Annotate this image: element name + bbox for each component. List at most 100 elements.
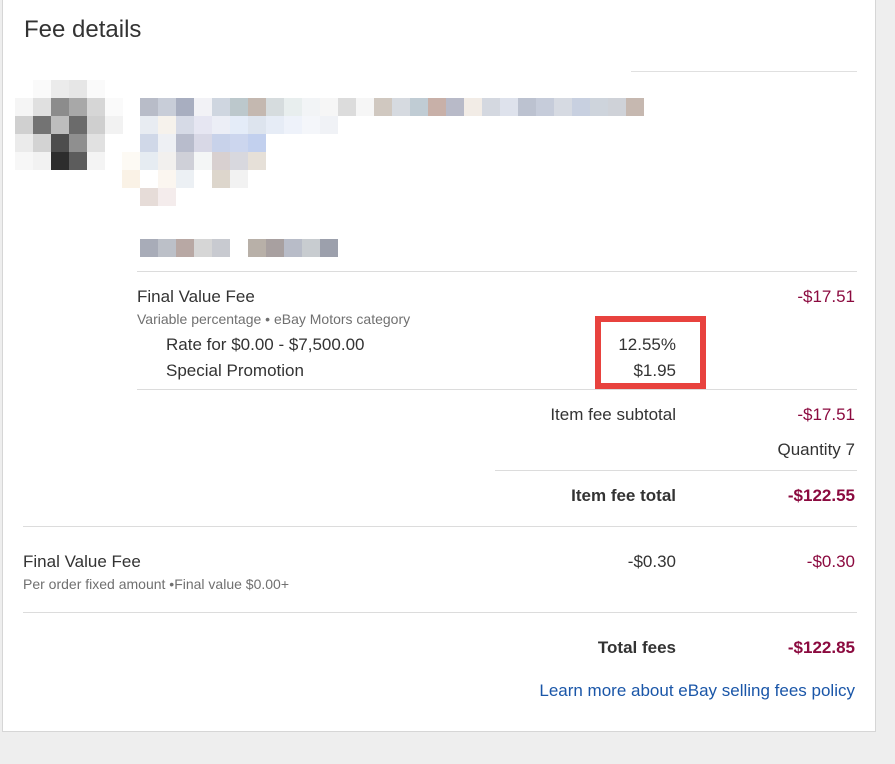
item-title-blurred bbox=[122, 152, 284, 170]
blurred-pixel bbox=[536, 98, 554, 116]
blurred-pixel bbox=[140, 170, 158, 188]
divider bbox=[495, 470, 857, 471]
blurred-pixel bbox=[590, 98, 608, 116]
blurred-pixel bbox=[105, 80, 123, 98]
blurred-pixel bbox=[194, 98, 212, 116]
blurred-pixel bbox=[302, 116, 320, 134]
blurred-pixel bbox=[194, 170, 212, 188]
item-fee-description: Variable percentage • eBay Motors catego… bbox=[137, 311, 411, 327]
blurred-pixel bbox=[158, 116, 176, 134]
blurred-pixel bbox=[15, 98, 33, 116]
blurred-pixel bbox=[230, 170, 248, 188]
item-fee-total-label: Item fee total bbox=[571, 486, 676, 505]
item-title-blurred bbox=[140, 98, 644, 116]
blurred-pixel bbox=[410, 98, 428, 116]
blurred-pixel bbox=[176, 152, 194, 170]
blurred-pixel bbox=[248, 239, 266, 257]
blurred-pixel bbox=[212, 152, 230, 170]
fees-policy-link[interactable]: Learn more about eBay selling fees polic… bbox=[539, 681, 855, 701]
blurred-pixel bbox=[266, 98, 284, 116]
blurred-pixel bbox=[87, 116, 105, 134]
blurred-pixel bbox=[176, 98, 194, 116]
blurred-pixel bbox=[15, 116, 33, 134]
blurred-pixel bbox=[69, 134, 87, 152]
blurred-pixel bbox=[51, 116, 69, 134]
blurred-pixel bbox=[51, 80, 69, 98]
blurred-pixel bbox=[248, 134, 266, 152]
blurred-pixel bbox=[140, 116, 158, 134]
blurred-pixel bbox=[69, 98, 87, 116]
blurred-pixel bbox=[69, 116, 87, 134]
blurred-pixel bbox=[122, 170, 140, 188]
rate-row-label: Rate for $0.00 - $7,500.00 bbox=[166, 335, 365, 354]
blurred-pixel bbox=[248, 152, 266, 170]
blurred-pixel bbox=[266, 239, 284, 257]
blurred-pixel bbox=[51, 152, 69, 170]
blurred-pixel bbox=[266, 116, 284, 134]
order-fee-description: Per order fixed amount •Final value $0.0… bbox=[23, 576, 289, 592]
blurred-pixel bbox=[105, 134, 123, 152]
blurred-pixel bbox=[392, 98, 410, 116]
divider bbox=[137, 271, 857, 272]
blurred-pixel bbox=[248, 170, 266, 188]
item-fee-subtotal-value: -$17.51 bbox=[797, 405, 855, 424]
blurred-pixel bbox=[176, 134, 194, 152]
blurred-pixel bbox=[69, 152, 87, 170]
blurred-pixel bbox=[51, 134, 69, 152]
blurred-pixel bbox=[33, 80, 51, 98]
blurred-pixel bbox=[194, 152, 212, 170]
item-title-blurred bbox=[122, 188, 176, 206]
blurred-pixel bbox=[33, 116, 51, 134]
total-fees-value: -$122.85 bbox=[787, 638, 855, 657]
item-title-blurred bbox=[122, 170, 266, 188]
blurred-pixel bbox=[230, 152, 248, 170]
blurred-pixel bbox=[15, 80, 33, 98]
blurred-pixel bbox=[338, 239, 356, 257]
blurred-pixel bbox=[518, 98, 536, 116]
blurred-pixel bbox=[15, 134, 33, 152]
blurred-pixel bbox=[140, 239, 158, 257]
highlight-box bbox=[595, 316, 706, 389]
blurred-pixel bbox=[212, 170, 230, 188]
blurred-pixel bbox=[176, 239, 194, 257]
blurred-pixel bbox=[33, 152, 51, 170]
order-fee-amount: -$0.30 bbox=[806, 552, 855, 571]
blurred-pixel bbox=[140, 134, 158, 152]
order-fee-name: Final Value Fee bbox=[23, 552, 141, 571]
divider bbox=[137, 389, 857, 390]
blurred-pixel bbox=[105, 152, 123, 170]
blurred-pixel bbox=[230, 134, 248, 152]
item-title-blurred bbox=[140, 134, 266, 152]
blurred-pixel bbox=[626, 98, 644, 116]
blurred-pixel bbox=[87, 134, 105, 152]
blurred-pixel bbox=[33, 98, 51, 116]
blurred-pixel bbox=[158, 188, 176, 206]
page-title: Fee details bbox=[24, 16, 142, 43]
item-fee-subtotal-label: Item fee subtotal bbox=[550, 405, 676, 424]
divider bbox=[23, 526, 857, 527]
blurred-pixel bbox=[122, 188, 140, 206]
blurred-pixel bbox=[284, 98, 302, 116]
blurred-pixel bbox=[338, 98, 356, 116]
blurred-pixel bbox=[212, 116, 230, 134]
blurred-pixel bbox=[230, 239, 248, 257]
blurred-pixel bbox=[572, 98, 590, 116]
item-title-blurred bbox=[140, 116, 338, 134]
blurred-pixel bbox=[158, 239, 176, 257]
blurred-pixel bbox=[122, 152, 140, 170]
quantity: Quantity 7 bbox=[777, 440, 856, 459]
item-fee-name: Final Value Fee bbox=[137, 287, 255, 306]
blurred-pixel bbox=[464, 98, 482, 116]
blurred-pixel bbox=[194, 116, 212, 134]
blurred-pixel bbox=[320, 116, 338, 134]
blurred-pixel bbox=[302, 98, 320, 116]
blurred-pixel bbox=[356, 98, 374, 116]
blurred-pixel bbox=[230, 116, 248, 134]
blurred-pixel bbox=[320, 239, 338, 257]
divider bbox=[23, 612, 857, 613]
blurred-pixel bbox=[140, 98, 158, 116]
blurred-pixel bbox=[158, 134, 176, 152]
blurred-pixel bbox=[320, 98, 338, 116]
blurred-pixel bbox=[158, 170, 176, 188]
blurred-pixel bbox=[140, 188, 158, 206]
